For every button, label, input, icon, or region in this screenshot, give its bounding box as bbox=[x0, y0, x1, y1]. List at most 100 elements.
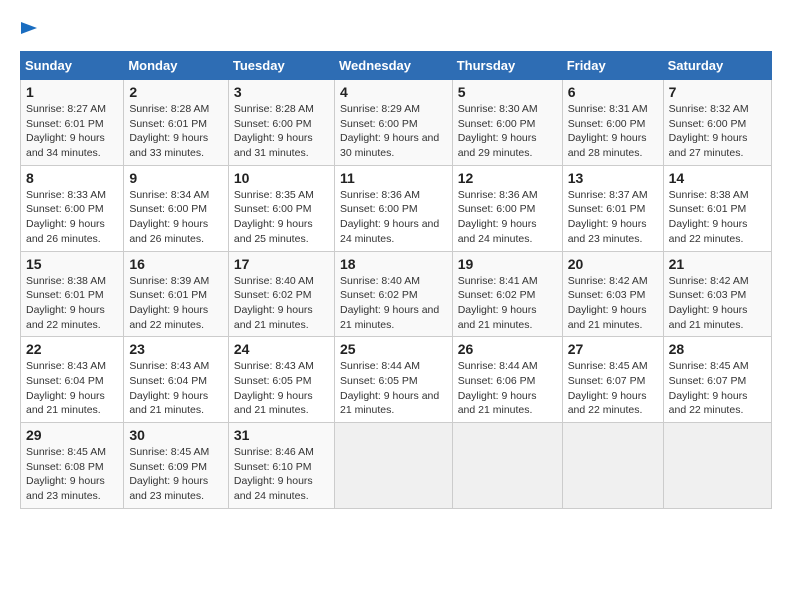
day-detail: Sunrise: 8:32 AMSunset: 6:00 PMDaylight:… bbox=[669, 102, 766, 161]
calendar-table: SundayMondayTuesdayWednesdayThursdayFrid… bbox=[20, 51, 772, 509]
day-detail: Sunrise: 8:43 AMSunset: 6:05 PMDaylight:… bbox=[234, 359, 329, 418]
calendar-day-cell: 28 Sunrise: 8:45 AMSunset: 6:07 PMDayligh… bbox=[663, 337, 771, 423]
calendar-day-cell: 30 Sunrise: 8:45 AMSunset: 6:09 PMDayligh… bbox=[124, 423, 229, 509]
day-detail: Sunrise: 8:28 AMSunset: 6:00 PMDaylight:… bbox=[234, 102, 329, 161]
calendar-header-row: SundayMondayTuesdayWednesdayThursdayFrid… bbox=[21, 52, 772, 80]
calendar-day-cell: 9 Sunrise: 8:34 AMSunset: 6:00 PMDaylight… bbox=[124, 165, 229, 251]
weekday-header: Wednesday bbox=[334, 52, 452, 80]
day-number: 31 bbox=[234, 427, 329, 443]
calendar-day-cell: 15 Sunrise: 8:38 AMSunset: 6:01 PMDayligh… bbox=[21, 251, 124, 337]
day-number: 23 bbox=[129, 341, 223, 357]
day-detail: Sunrise: 8:45 AMSunset: 6:09 PMDaylight:… bbox=[129, 445, 223, 504]
day-number: 15 bbox=[26, 256, 118, 272]
weekday-header: Monday bbox=[124, 52, 229, 80]
day-number: 28 bbox=[669, 341, 766, 357]
logo-arrow-icon bbox=[21, 20, 37, 36]
calendar-day-cell: 3 Sunrise: 8:28 AMSunset: 6:00 PMDaylight… bbox=[228, 80, 334, 166]
day-number: 4 bbox=[340, 84, 447, 100]
calendar-day-cell: 18 Sunrise: 8:40 AMSunset: 6:02 PMDayligh… bbox=[334, 251, 452, 337]
calendar-week-row: 8 Sunrise: 8:33 AMSunset: 6:00 PMDaylight… bbox=[21, 165, 772, 251]
day-number: 29 bbox=[26, 427, 118, 443]
calendar-day-cell: 11 Sunrise: 8:36 AMSunset: 6:00 PMDayligh… bbox=[334, 165, 452, 251]
page-header bbox=[20, 20, 772, 41]
day-number: 21 bbox=[669, 256, 766, 272]
calendar-day-cell: 12Sunrise: 8:36 AMSunset: 6:00 PMDayligh… bbox=[452, 165, 562, 251]
weekday-header: Saturday bbox=[663, 52, 771, 80]
day-detail: Sunrise: 8:29 AMSunset: 6:00 PMDaylight:… bbox=[340, 102, 447, 161]
day-detail: Sunrise: 8:39 AMSunset: 6:01 PMDaylight:… bbox=[129, 274, 223, 333]
day-detail: Sunrise: 8:43 AMSunset: 6:04 PMDaylight:… bbox=[26, 359, 118, 418]
calendar-day-cell: 6 Sunrise: 8:31 AMSunset: 6:00 PMDaylight… bbox=[562, 80, 663, 166]
day-detail: Sunrise: 8:31 AMSunset: 6:00 PMDaylight:… bbox=[568, 102, 658, 161]
calendar-day-cell: 19 Sunrise: 8:41 AMSunset: 6:02 PMDayligh… bbox=[452, 251, 562, 337]
day-detail: Sunrise: 8:36 AMSunset: 6:00 PMDaylight:… bbox=[340, 188, 447, 247]
calendar-day-cell bbox=[663, 423, 771, 509]
calendar-day-cell: 13Sunrise: 8:37 AMSunset: 6:01 PMDayligh… bbox=[562, 165, 663, 251]
day-number: 6 bbox=[568, 84, 658, 100]
day-number: 3 bbox=[234, 84, 329, 100]
calendar-day-cell: 21 Sunrise: 8:42 AMSunset: 6:03 PMDayligh… bbox=[663, 251, 771, 337]
calendar-day-cell bbox=[452, 423, 562, 509]
calendar-day-cell: 24 Sunrise: 8:43 AMSunset: 6:05 PMDayligh… bbox=[228, 337, 334, 423]
calendar-day-cell: 20 Sunrise: 8:42 AMSunset: 6:03 PMDayligh… bbox=[562, 251, 663, 337]
day-detail: Sunrise: 8:46 AMSunset: 6:10 PMDaylight:… bbox=[234, 445, 329, 504]
day-number: 30 bbox=[129, 427, 223, 443]
day-detail: Sunrise: 8:42 AMSunset: 6:03 PMDaylight:… bbox=[568, 274, 658, 333]
day-number: 8 bbox=[26, 170, 118, 186]
day-detail: Sunrise: 8:43 AMSunset: 6:04 PMDaylight:… bbox=[129, 359, 223, 418]
day-detail: Sunrise: 8:33 AMSunset: 6:00 PMDaylight:… bbox=[26, 188, 118, 247]
calendar-day-cell: 25 Sunrise: 8:44 AMSunset: 6:05 PMDayligh… bbox=[334, 337, 452, 423]
calendar-day-cell: 4 Sunrise: 8:29 AMSunset: 6:00 PMDaylight… bbox=[334, 80, 452, 166]
day-number: 2 bbox=[129, 84, 223, 100]
calendar-day-cell: 22 Sunrise: 8:43 AMSunset: 6:04 PMDayligh… bbox=[21, 337, 124, 423]
day-detail: Sunrise: 8:27 AMSunset: 6:01 PMDaylight:… bbox=[26, 102, 118, 161]
day-number: 22 bbox=[26, 341, 118, 357]
day-detail: Sunrise: 8:44 AMSunset: 6:05 PMDaylight:… bbox=[340, 359, 447, 418]
day-number: 9 bbox=[129, 170, 223, 186]
weekday-header: Thursday bbox=[452, 52, 562, 80]
calendar-day-cell: 8 Sunrise: 8:33 AMSunset: 6:00 PMDaylight… bbox=[21, 165, 124, 251]
calendar-week-row: 1Sunrise: 8:27 AMSunset: 6:01 PMDaylight… bbox=[21, 80, 772, 166]
calendar-week-row: 22 Sunrise: 8:43 AMSunset: 6:04 PMDayligh… bbox=[21, 337, 772, 423]
calendar-day-cell: 1Sunrise: 8:27 AMSunset: 6:01 PMDaylight… bbox=[21, 80, 124, 166]
calendar-day-cell: 10 Sunrise: 8:35 AMSunset: 6:00 PMDayligh… bbox=[228, 165, 334, 251]
day-detail: Sunrise: 8:40 AMSunset: 6:02 PMDaylight:… bbox=[234, 274, 329, 333]
day-detail: Sunrise: 8:45 AMSunset: 6:08 PMDaylight:… bbox=[26, 445, 118, 504]
calendar-day-cell: 29 Sunrise: 8:45 AMSunset: 6:08 PMDayligh… bbox=[21, 423, 124, 509]
day-detail: Sunrise: 8:28 AMSunset: 6:01 PMDaylight:… bbox=[129, 102, 223, 161]
day-detail: Sunrise: 8:44 AMSunset: 6:06 PMDaylight:… bbox=[458, 359, 557, 418]
day-detail: Sunrise: 8:34 AMSunset: 6:00 PMDaylight:… bbox=[129, 188, 223, 247]
day-number: 26 bbox=[458, 341, 557, 357]
calendar-day-cell: 14Sunrise: 8:38 AMSunset: 6:01 PMDayligh… bbox=[663, 165, 771, 251]
day-number: 20 bbox=[568, 256, 658, 272]
day-detail: Sunrise: 8:45 AMSunset: 6:07 PMDaylight:… bbox=[568, 359, 658, 418]
day-number: 16 bbox=[129, 256, 223, 272]
day-number: 11 bbox=[340, 170, 447, 186]
day-number: 13 bbox=[568, 170, 658, 186]
weekday-header: Tuesday bbox=[228, 52, 334, 80]
day-detail: Sunrise: 8:35 AMSunset: 6:00 PMDaylight:… bbox=[234, 188, 329, 247]
calendar-day-cell: 31 Sunrise: 8:46 AMSunset: 6:10 PMDayligh… bbox=[228, 423, 334, 509]
day-number: 24 bbox=[234, 341, 329, 357]
day-detail: Sunrise: 8:38 AMSunset: 6:01 PMDaylight:… bbox=[26, 274, 118, 333]
calendar-day-cell bbox=[334, 423, 452, 509]
day-number: 10 bbox=[234, 170, 329, 186]
day-detail: Sunrise: 8:41 AMSunset: 6:02 PMDaylight:… bbox=[458, 274, 557, 333]
calendar-day-cell: 27 Sunrise: 8:45 AMSunset: 6:07 PMDayligh… bbox=[562, 337, 663, 423]
weekday-header: Sunday bbox=[21, 52, 124, 80]
calendar-day-cell: 2 Sunrise: 8:28 AMSunset: 6:01 PMDaylight… bbox=[124, 80, 229, 166]
day-number: 27 bbox=[568, 341, 658, 357]
day-detail: Sunrise: 8:36 AMSunset: 6:00 PMDaylight:… bbox=[458, 188, 557, 247]
day-detail: Sunrise: 8:45 AMSunset: 6:07 PMDaylight:… bbox=[669, 359, 766, 418]
day-detail: Sunrise: 8:40 AMSunset: 6:02 PMDaylight:… bbox=[340, 274, 447, 333]
day-detail: Sunrise: 8:30 AMSunset: 6:00 PMDaylight:… bbox=[458, 102, 557, 161]
calendar-week-row: 29 Sunrise: 8:45 AMSunset: 6:08 PMDayligh… bbox=[21, 423, 772, 509]
logo bbox=[20, 20, 37, 41]
calendar-day-cell bbox=[562, 423, 663, 509]
day-detail: Sunrise: 8:42 AMSunset: 6:03 PMDaylight:… bbox=[669, 274, 766, 333]
day-number: 17 bbox=[234, 256, 329, 272]
day-number: 19 bbox=[458, 256, 557, 272]
day-number: 7 bbox=[669, 84, 766, 100]
day-number: 25 bbox=[340, 341, 447, 357]
day-number: 18 bbox=[340, 256, 447, 272]
